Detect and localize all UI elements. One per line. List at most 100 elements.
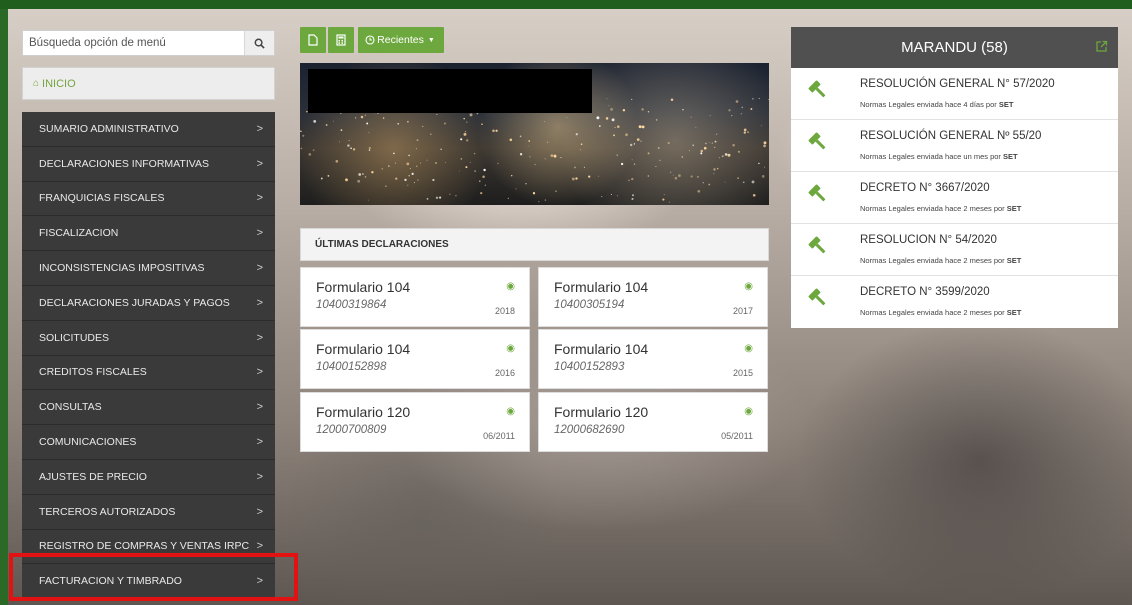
sender: SET [998, 100, 1014, 109]
sidebar-item-label: REGISTRO DE COMPRAS Y VENTAS IRPC [39, 540, 250, 553]
gavel-icon [808, 132, 826, 150]
highlight-box [9, 553, 298, 601]
marandu-item-subtitle: Normas Legales enviada hace 4 días por S… [860, 100, 1014, 109]
sidebar-item-label: DECLARACIONES JURADAS Y PAGOS [39, 296, 230, 309]
calculator-button[interactable] [328, 27, 354, 53]
left-edge-bar [0, 9, 8, 605]
inicio-label: INICIO [42, 77, 76, 90]
chevron-right-icon: > [256, 296, 263, 309]
eye-icon[interactable]: ◉ [506, 281, 515, 292]
form-title: Formulario 120 [554, 404, 649, 420]
sidebar-item-fiscalizacion[interactable]: FISCALIZACION > [22, 216, 275, 252]
chevron-right-icon: > [256, 540, 263, 553]
menu-search-input[interactable] [23, 31, 244, 55]
declaration-card[interactable]: Formulario 104 10400319864 ◉ 2018 [300, 267, 530, 327]
sidebar-item-label: SOLICITUDES [39, 331, 110, 344]
sidebar-item-declaraciones-informativas[interactable]: DECLARACIONES INFORMATIVAS > [22, 147, 275, 182]
sidebar-item-solicitudes[interactable]: SOLICITUDES > [22, 321, 275, 356]
marandu-item-title: DECRETO N° 3599/2020 [860, 286, 990, 298]
chevron-right-icon: > [256, 331, 263, 344]
sidebar-item-comunicaciones[interactable]: COMUNICACIONES > [22, 425, 275, 460]
gavel-icon [808, 288, 826, 306]
form-title: Formulario 104 [316, 279, 411, 295]
eye-icon[interactable]: ◉ [506, 406, 515, 417]
sidebar-item-label: COMUNICACIONES [39, 436, 137, 449]
eye-icon[interactable]: ◉ [506, 343, 515, 354]
declaration-card[interactable]: Formulario 104 10400305194 ◉ 2017 [538, 267, 768, 327]
marandu-item-title: RESOLUCIÓN GENERAL Nº 55/20 [860, 130, 1042, 142]
redacted-block [308, 69, 592, 113]
sidebar-item-inconsistencias-impositivas[interactable]: INCONSISTENCIAS IMPOSITIVAS > [22, 251, 275, 286]
sidebar-item-ajustes-de-precio[interactable]: AJUSTES DE PRECIO > [22, 460, 275, 495]
form-period: 2017 [732, 306, 753, 316]
eye-icon[interactable]: ◉ [744, 406, 753, 417]
sidebar-item-label: TERCEROS AUTORIZADOS [39, 505, 176, 518]
marandu-item[interactable]: DECRETO N° 3667/2020 Normas Legales envia… [791, 172, 1118, 224]
gavel-icon [808, 236, 826, 254]
form-period: 06/2011 [483, 431, 515, 441]
marandu-item-subtitle: Normas Legales enviada hace 2 meses por … [860, 204, 1022, 213]
sidebar-item-declaraciones-juradas-y-pagos[interactable]: DECLARACIONES JURADAS Y PAGOS > [22, 286, 275, 321]
form-period: 2015 [732, 368, 753, 378]
marandu-header: MARANDU (58) [791, 27, 1118, 68]
chevron-right-icon: > [256, 192, 263, 205]
marandu-item-subtitle: Normas Legales enviada hace 2 meses por … [860, 308, 1022, 317]
eye-icon[interactable]: ◉ [744, 281, 753, 292]
sidebar-item-label: CONSULTAS [39, 401, 102, 414]
menu-search [22, 30, 275, 56]
declaration-card[interactable]: Formulario 104 10400152893 ◉ 2015 [538, 329, 768, 389]
recientes-label: Recientes [377, 34, 424, 46]
sidebar-item-label: FRANQUICIAS FISCALES [39, 192, 165, 205]
sidebar-item-creditos-fiscales[interactable]: CREDITOS FISCALES > [22, 356, 275, 391]
form-number: 10400152893 [554, 361, 625, 373]
declaration-card[interactable]: Formulario 104 10400152898 ◉ 2016 [300, 329, 530, 389]
sidebar-item-franquicias-fiscales[interactable]: FRANQUICIAS FISCALES > [22, 182, 275, 217]
marandu-item-subtitle: Normas Legales enviada hace un mes por S… [860, 152, 1018, 161]
form-number: 12000682690 [554, 424, 625, 436]
form-number: 12000700809 [316, 424, 387, 436]
marandu-item[interactable]: DECRETO N° 3599/2020 Normas Legales envia… [791, 276, 1118, 328]
chevron-right-icon: > [256, 401, 263, 414]
external-link-icon[interactable] [1095, 40, 1108, 53]
sidebar-item-label: FISCALIZACION [39, 227, 119, 240]
top-bar [0, 0, 1132, 9]
chevron-right-icon: > [256, 366, 263, 379]
marandu-item[interactable]: RESOLUCION N° 54/2020 Normas Legales envi… [791, 224, 1118, 276]
form-number: 10400152898 [316, 361, 387, 373]
new-document-button[interactable] [300, 27, 326, 53]
sender: SET [1003, 152, 1018, 161]
form-number: 10400305194 [554, 299, 625, 311]
inicio-link[interactable]: ⌂ INICIO [22, 67, 275, 100]
sidebar-item-consultas[interactable]: CONSULTAS > [22, 390, 275, 426]
marandu-item-title: DECRETO N° 3667/2020 [860, 182, 990, 194]
search-button[interactable] [244, 31, 274, 55]
form-title: Formulario 120 [316, 404, 411, 420]
gavel-icon [808, 80, 826, 98]
chevron-right-icon: > [256, 122, 263, 135]
form-number: 10400319864 [316, 299, 387, 311]
declarations-heading: ÚLTIMAS DECLARACIONES [300, 228, 769, 261]
sidebar-item-terceros-autorizados[interactable]: TERCEROS AUTORIZADOS > [22, 495, 275, 530]
declaration-card[interactable]: Formulario 120 12000682690 ◉ 05/2011 [538, 392, 768, 452]
declaration-card[interactable]: Formulario 120 12000700809 ◉ 06/2011 [300, 392, 530, 452]
document-icon [308, 34, 318, 46]
marandu-title: MARANDU (58) [901, 39, 1008, 56]
sidebar-menu: SUMARIO ADMINISTRATIVO > DECLARACIONES INF… [22, 112, 275, 600]
sidebar-item-sumario-administrativo[interactable]: SUMARIO ADMINISTRATIVO > [22, 112, 275, 147]
recientes-dropdown[interactable]: Recientes ▼ [358, 27, 444, 53]
marandu-item[interactable]: RESOLUCIÓN GENERAL N° 57/2020 Normas Lega… [791, 68, 1118, 120]
marandu-item-title: RESOLUCION N° 54/2020 [860, 234, 997, 246]
form-title: Formulario 104 [316, 341, 411, 357]
eye-icon[interactable]: ◉ [744, 343, 753, 354]
form-period: 2016 [494, 368, 515, 378]
sender: SET [1006, 256, 1022, 265]
sidebar-item-label: DECLARACIONES INFORMATIVAS [39, 157, 209, 170]
sidebar-item-label: CREDITOS FISCALES [39, 366, 147, 379]
chevron-right-icon: > [256, 436, 263, 449]
marandu-item-title: RESOLUCIÓN GENERAL N° 57/2020 [860, 78, 1055, 90]
caret-down-icon: ▼ [427, 36, 435, 44]
marandu-item[interactable]: RESOLUCIÓN GENERAL Nº 55/20 Normas Legale… [791, 120, 1118, 172]
marandu-item-subtitle: Normas Legales enviada hace 2 meses por … [860, 256, 1022, 265]
sidebar-item-label: INCONSISTENCIAS IMPOSITIVAS [39, 262, 205, 275]
sender: SET [1006, 308, 1022, 317]
